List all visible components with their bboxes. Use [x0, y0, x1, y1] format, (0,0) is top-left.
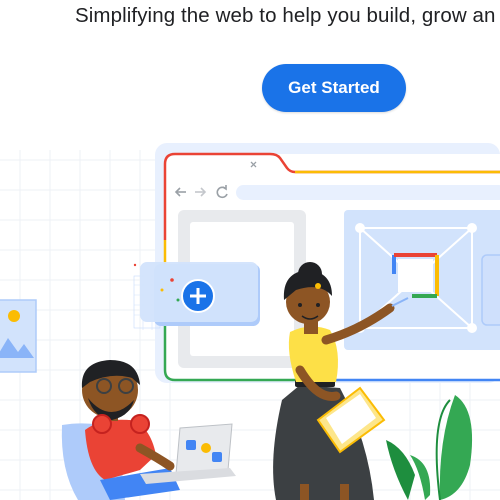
- address-bar[interactable]: [236, 185, 500, 200]
- plant-illustration: [386, 395, 473, 500]
- image-icon: [0, 299, 37, 373]
- side-card: [481, 254, 500, 326]
- google-web-logo-icon: [392, 253, 439, 298]
- plus-icon[interactable]: [181, 279, 215, 313]
- hero-tagline: Simplifying the web to help you build, g…: [75, 4, 496, 27]
- get-started-button[interactable]: Get Started: [262, 64, 406, 112]
- hero-illustration: [0, 143, 500, 500]
